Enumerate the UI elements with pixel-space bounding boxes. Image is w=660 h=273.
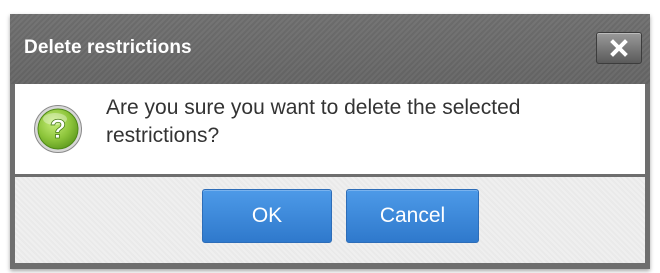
close-button[interactable]: [596, 32, 642, 64]
cancel-button[interactable]: Cancel: [346, 189, 479, 243]
dialog-title: Delete restrictions: [24, 37, 192, 58]
delete-restrictions-dialog: Delete restrictions ? Are you sure you w…: [10, 14, 650, 269]
dialog-button-bar: OK Cancel: [15, 177, 645, 263]
dialog-message: Are you sure you want to delete the sele…: [106, 96, 521, 147]
question-icon: ?: [34, 105, 82, 153]
ok-button[interactable]: OK: [202, 189, 332, 243]
svg-text:?: ?: [50, 114, 67, 144]
dialog-message-area: ? Are you sure you want to delete the se…: [15, 84, 645, 174]
dialog-titlebar: Delete restrictions: [10, 14, 650, 84]
close-icon: [610, 39, 628, 57]
